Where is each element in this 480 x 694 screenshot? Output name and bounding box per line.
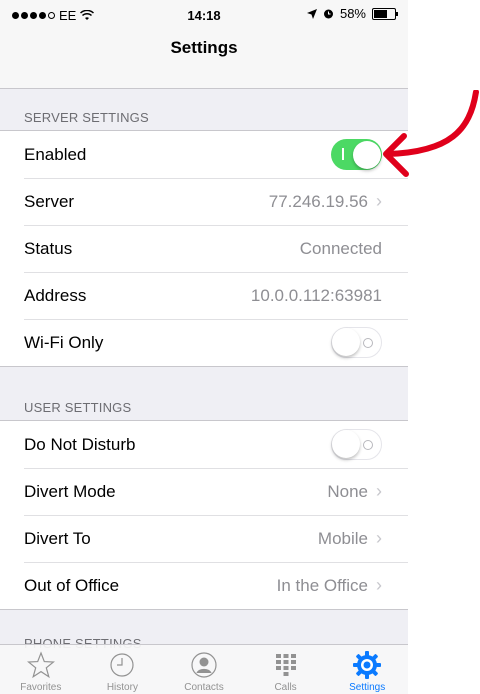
gear-icon — [351, 650, 383, 680]
tab-favorites[interactable]: Favorites — [0, 645, 82, 694]
tab-contacts[interactable]: Contacts — [163, 645, 245, 694]
status-right: 58% — [306, 6, 398, 21]
address-label: Address — [24, 285, 87, 305]
tab-label: Favorites — [20, 682, 62, 693]
annotation-arrow-icon — [383, 90, 479, 177]
chevron-right-icon: › — [376, 191, 382, 211]
out-of-office-value: In the Office — [276, 575, 368, 595]
keypad-icon — [270, 650, 302, 680]
out-of-office-label: Out of Office — [24, 575, 120, 595]
phone-screen: EE 14:18 58% Settings SERVER SETTINGS En… — [0, 0, 408, 694]
tab-settings[interactable]: Settings — [326, 645, 408, 694]
enabled-label: Enabled — [24, 144, 87, 164]
alarm-icon — [323, 9, 333, 19]
battery-percentage: 58% — [339, 6, 366, 21]
server-value: 77.246.19.56 — [268, 191, 368, 211]
tab-label: Settings — [349, 682, 386, 693]
location-arrow-icon — [306, 8, 317, 19]
server-label: Server — [24, 191, 75, 211]
divert-mode-row[interactable]: Divert Mode None › — [0, 468, 408, 515]
status-value: Connected — [299, 238, 382, 258]
do-not-disturb-row: Do Not Disturb — [0, 421, 408, 468]
tab-history[interactable]: History — [82, 645, 164, 694]
enabled-row: Enabled — [0, 131, 408, 178]
navigation-bar: EE 14:18 58% Settings — [0, 0, 408, 89]
tab-label: Calls — [274, 682, 297, 693]
enabled-toggle[interactable] — [331, 139, 382, 170]
status-row: Status Connected — [0, 225, 408, 272]
server-settings-group: Enabled Server 77.246.19.56 › Status Con… — [0, 130, 408, 367]
contact-icon — [188, 650, 220, 680]
star-icon — [25, 650, 57, 680]
tab-calls[interactable]: Calls — [245, 645, 327, 694]
wifi-only-toggle[interactable] — [331, 327, 382, 358]
page-title: Settings — [170, 38, 238, 57]
wifi-only-row: Wi-Fi Only — [0, 319, 408, 366]
chevron-right-icon: › — [376, 481, 382, 501]
server-row[interactable]: Server 77.246.19.56 › — [0, 178, 408, 225]
section-header-server-settings: SERVER SETTINGS — [24, 110, 149, 125]
user-settings-group: Do Not Disturb Divert Mode None › Divert… — [0, 420, 408, 610]
out-of-office-row[interactable]: Out of Office In the Office › — [0, 562, 408, 609]
divert-mode-value: None — [327, 481, 368, 501]
status-label: Status — [24, 238, 73, 258]
wifi-only-label: Wi-Fi Only — [24, 332, 104, 352]
tab-bar: Favorites History Contacts Calls Setting… — [0, 644, 408, 694]
do-not-disturb-toggle[interactable] — [331, 429, 382, 460]
divert-to-row[interactable]: Divert To Mobile › — [0, 515, 408, 562]
battery-icon — [372, 7, 398, 20]
tab-label: History — [106, 682, 138, 693]
divert-to-value: Mobile — [317, 528, 368, 548]
section-header-user-settings: USER SETTINGS — [24, 400, 132, 415]
status-bar: EE 14:18 58% — [0, 0, 408, 28]
address-value: 10.0.0.112:63981 — [250, 285, 382, 305]
do-not-disturb-label: Do Not Disturb — [24, 434, 136, 454]
address-row: Address 10.0.0.112:63981 — [0, 272, 408, 319]
divert-mode-label: Divert Mode — [24, 481, 116, 501]
tab-label: Contacts — [184, 682, 224, 693]
chevron-right-icon: › — [376, 575, 382, 595]
divert-to-label: Divert To — [24, 528, 91, 548]
chevron-right-icon: › — [376, 528, 382, 548]
clock-icon — [106, 650, 138, 680]
